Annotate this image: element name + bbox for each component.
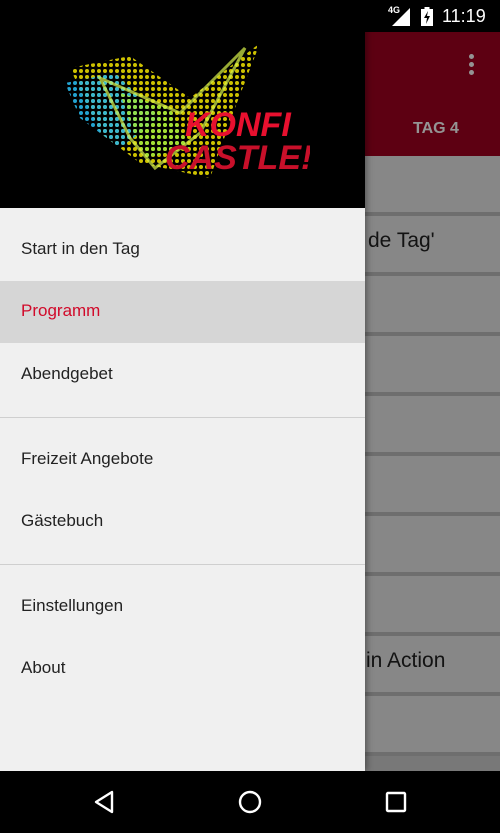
menu-item-label: Freizeit Angebote [21,449,154,468]
home-icon[interactable] [235,787,265,817]
drawer-header: KONFI CASTLE! [0,0,365,208]
konfi-castle-logo: KONFI CASTLE! [65,43,310,178]
menu-item-start-in-den-tag[interactable]: Start in den Tag [0,219,365,281]
menu-item-programm[interactable]: Programm [0,281,365,343]
menu-item-abendgebet[interactable]: Abendgebet [0,344,365,406]
navigation-drawer: KONFI CASTLE! Start in den Tag Programm … [0,0,365,771]
menu-item-label: Start in den Tag [21,239,140,258]
recents-icon[interactable] [381,787,411,817]
clock: 11:19 [442,6,486,26]
signal-icon [392,8,410,26]
menu-item-label: Abendgebet [21,364,113,383]
divider [0,417,365,418]
menu-item-einstellungen[interactable]: Einstellungen [0,576,365,638]
menu-item-label: Gästebuch [21,511,104,530]
back-icon[interactable] [90,787,120,817]
battery-charging-icon [421,7,433,26]
menu-item-label: Einstellungen [21,596,124,615]
menu-item-gaestebuch[interactable]: Gästebuch [0,491,365,553]
system-navigation-bar [0,771,500,833]
menu-item-label: Programm [21,301,101,320]
logo-line2: CASTLE! [165,139,310,177]
menu-item-freizeit-angebote[interactable]: Freizeit Angebote [0,429,365,491]
divider [0,564,365,565]
menu-item-label: About [21,658,66,677]
menu-item-about[interactable]: About [0,638,365,700]
